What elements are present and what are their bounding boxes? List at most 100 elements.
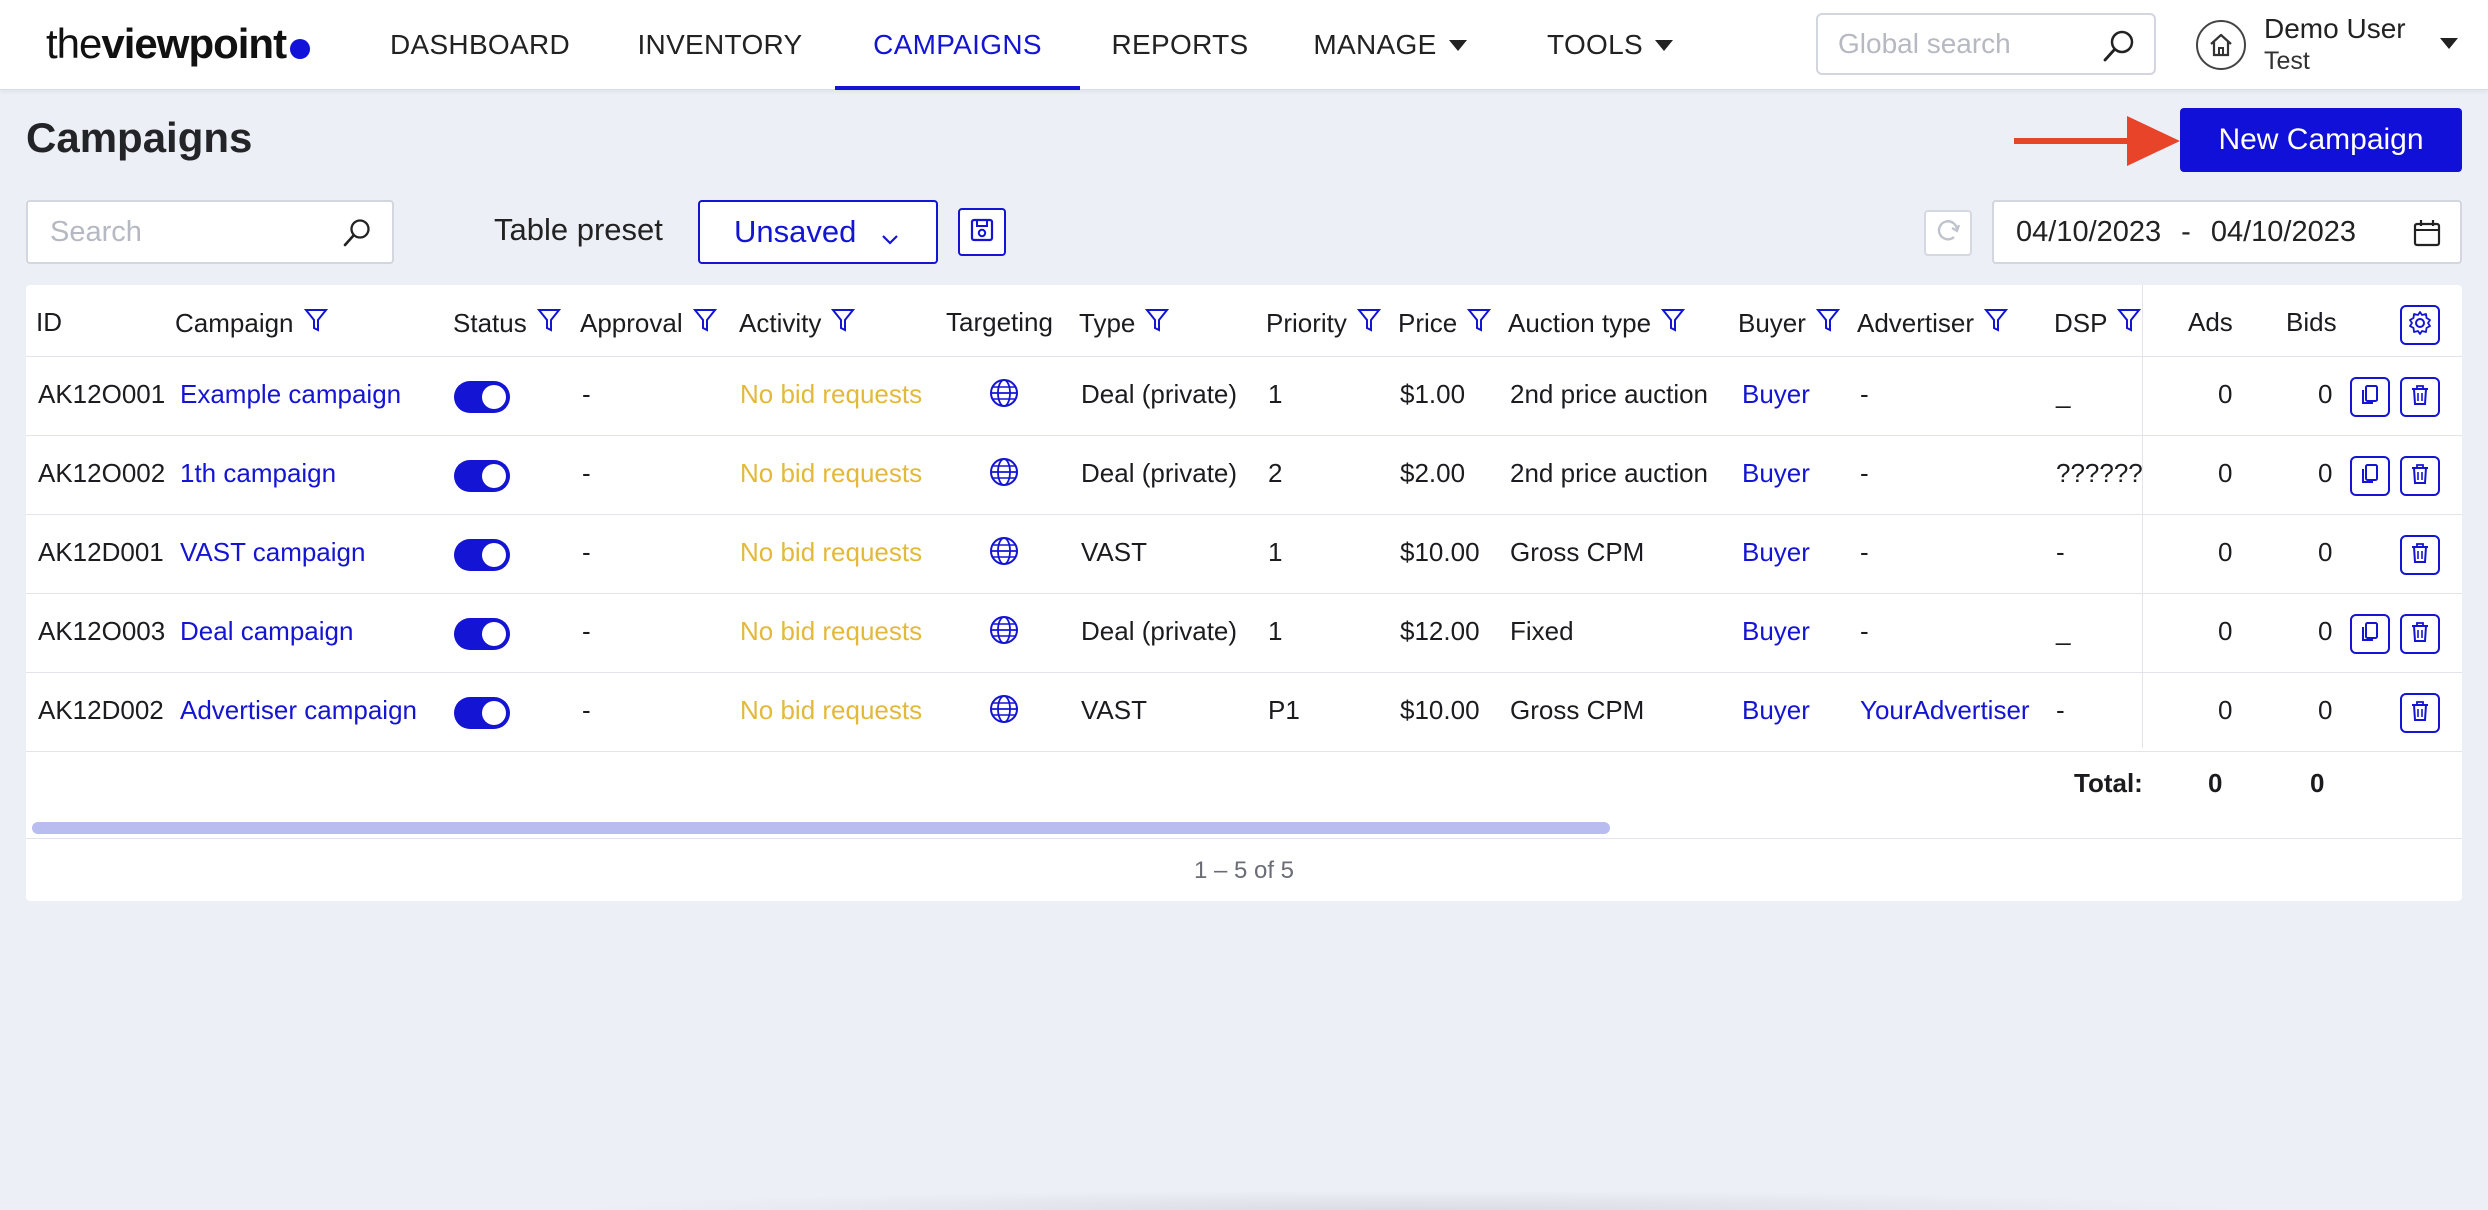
header-ads: Ads	[2188, 307, 2233, 338]
header-activity[interactable]: Activity	[739, 307, 856, 340]
header-advertiser-label: Advertiser	[1857, 308, 1975, 338]
delete-button[interactable]	[2400, 693, 2440, 733]
delete-button[interactable]	[2400, 535, 2440, 575]
header-status[interactable]: Status	[453, 307, 561, 340]
search-icon[interactable]	[2102, 29, 2136, 68]
cell-bids: 0	[2318, 458, 2333, 488]
filter-icon[interactable]	[1467, 307, 1492, 340]
header-buyer[interactable]: Buyer	[1738, 307, 1841, 340]
table-row[interactable]: AK12O001 Example campaign - No bid requests…	[26, 357, 2462, 436]
status-toggle[interactable]	[454, 539, 510, 571]
refresh-button[interactable]	[1924, 210, 1972, 256]
filter-icon[interactable]	[1815, 307, 1841, 340]
nav-tools[interactable]: TOOLS	[1545, 0, 1675, 90]
buyer-link[interactable]: Buyer	[1742, 616, 1810, 647]
header-approval[interactable]: Approval	[580, 307, 717, 340]
filter-icon[interactable]	[2117, 307, 2142, 340]
filter-icon[interactable]	[1145, 307, 1170, 340]
globe-icon[interactable]	[988, 535, 1020, 572]
global-search-input[interactable]	[1838, 28, 2088, 60]
chevron-down-icon[interactable]	[2440, 38, 2458, 49]
delete-button[interactable]	[2400, 456, 2440, 496]
filter-icon[interactable]	[1983, 307, 2009, 340]
cell-id: AK12D002	[38, 695, 164, 725]
copy-button[interactable]	[2350, 377, 2390, 417]
buyer-link[interactable]: Buyer	[1742, 695, 1810, 726]
header-priority[interactable]: Priority	[1266, 307, 1381, 340]
cell-dsp: -	[2056, 537, 2065, 567]
nav-inventory[interactable]: INVENTORY	[636, 0, 804, 90]
user-menu[interactable]: Demo User Test	[2196, 12, 2406, 78]
cell-auction-type: 2nd price auction	[1510, 379, 1709, 409]
status-toggle[interactable]	[454, 618, 510, 650]
nav-reports[interactable]: REPORTS	[1110, 0, 1250, 90]
buyer-link[interactable]: Buyer	[1742, 537, 1810, 568]
header-campaign[interactable]: Campaign	[175, 307, 328, 340]
cell-price: $12.00	[1400, 616, 1480, 646]
header-price[interactable]: Price	[1398, 307, 1492, 340]
table-row[interactable]: AK12D002 Advertiser campaign - No bid reque…	[26, 673, 2462, 752]
filter-icon[interactable]	[536, 307, 561, 340]
table-settings-button[interactable]	[2400, 305, 2440, 345]
date-range-picker[interactable]: 04/10/2023 - 04/10/2023	[1992, 200, 2462, 264]
filter-icon[interactable]	[692, 307, 717, 340]
calendar-icon[interactable]	[2412, 218, 2442, 256]
table-row[interactable]: AK12O003 Deal campaign - No bid requests Dea…	[26, 594, 2462, 673]
cell-dsp: -	[2056, 695, 2065, 725]
new-campaign-button[interactable]: New Campaign	[2180, 108, 2462, 172]
campaign-link[interactable]: VAST campaign	[180, 537, 365, 568]
filter-icon[interactable]	[831, 307, 856, 340]
cell-priority: P1	[1268, 695, 1300, 725]
cell-auction-type: Gross CPM	[1510, 537, 1645, 567]
header-advertiser[interactable]: Advertiser	[1857, 307, 2009, 340]
copy-button[interactable]	[2350, 614, 2390, 654]
campaign-link[interactable]: Deal campaign	[180, 616, 353, 647]
globe-icon[interactable]	[988, 614, 1020, 651]
header-auction-type[interactable]: Auction type	[1508, 307, 1686, 340]
nav-manage[interactable]: MANAGE	[1310, 0, 1470, 90]
trash-icon	[2409, 699, 2431, 728]
table-row[interactable]: AK12D001 VAST campaign - No bid requests VAS…	[26, 515, 2462, 594]
globe-icon[interactable]	[988, 456, 1020, 493]
delete-button[interactable]	[2400, 377, 2440, 417]
status-toggle[interactable]	[454, 381, 510, 413]
save-preset-button[interactable]	[958, 208, 1006, 256]
table-row[interactable]: AK12O002 1th campaign - No bid requests Deal…	[26, 436, 2462, 515]
globe-icon[interactable]	[988, 377, 1020, 414]
nav-dashboard[interactable]: DASHBOARD	[388, 0, 572, 90]
table-preset-select[interactable]: Unsaved	[698, 200, 938, 264]
buyer-link[interactable]: Buyer	[1742, 379, 1810, 410]
globe-icon[interactable]	[988, 693, 1020, 730]
filter-icon[interactable]	[1661, 307, 1686, 340]
campaign-link[interactable]: Advertiser campaign	[180, 695, 417, 726]
user-org: Test	[2264, 47, 2310, 75]
table-preset-value: Unsaved	[734, 214, 857, 249]
delete-button[interactable]	[2400, 614, 2440, 654]
logo-text-bold: viewpoint	[101, 20, 287, 67]
status-toggle[interactable]	[454, 460, 510, 492]
brand-logo[interactable]: the viewpoint	[46, 14, 311, 74]
status-toggle[interactable]	[454, 697, 510, 729]
filter-icon[interactable]	[303, 307, 328, 340]
header-type[interactable]: Type	[1079, 307, 1170, 340]
horizontal-scrollbar[interactable]	[32, 822, 1610, 834]
nav-inventory-label: INVENTORY	[637, 29, 803, 60]
filter-icon[interactable]	[1356, 307, 1381, 340]
nav-campaigns[interactable]: CAMPAIGNS	[835, 0, 1080, 90]
campaign-link[interactable]: 1th campaign	[180, 458, 336, 489]
cell-dsp: _	[2056, 379, 2071, 409]
header-dsp[interactable]: DSP	[2054, 307, 2142, 340]
date-to: 04/10/2023	[2210, 215, 2356, 248]
buyer-link[interactable]: Buyer	[1742, 458, 1810, 489]
copy-button[interactable]	[2350, 456, 2390, 496]
advertiser-link[interactable]: YourAdvertiser	[1860, 695, 2030, 726]
search-icon[interactable]	[342, 218, 372, 253]
header-id[interactable]: ID	[36, 307, 62, 338]
cell-dsp: _	[2056, 616, 2071, 646]
nav-dashboard-label: DASHBOARD	[389, 29, 571, 60]
table-search-input[interactable]	[50, 215, 330, 249]
nav-manage-label: MANAGE	[1313, 29, 1437, 60]
campaign-link[interactable]: Example campaign	[180, 379, 401, 410]
trash-icon	[2409, 383, 2431, 412]
header-ads-label: Ads	[2188, 307, 2233, 337]
